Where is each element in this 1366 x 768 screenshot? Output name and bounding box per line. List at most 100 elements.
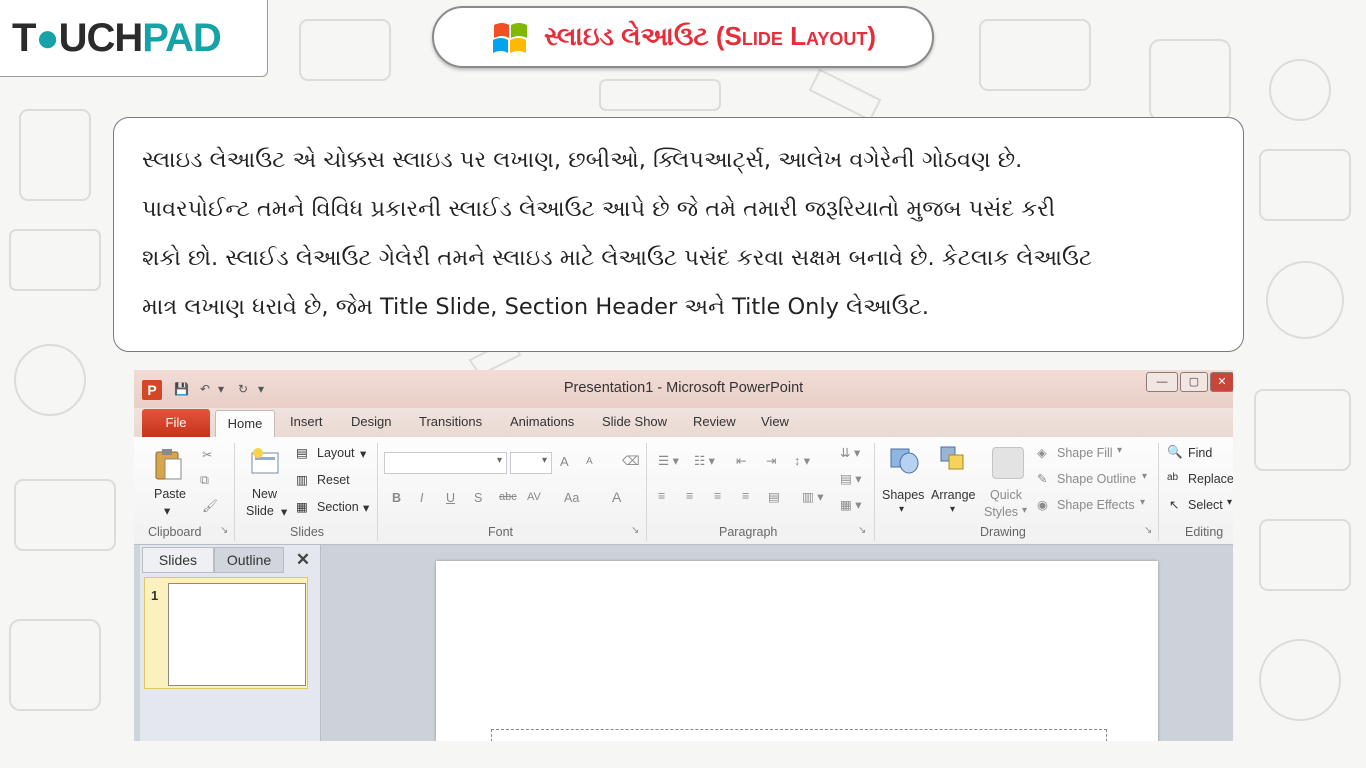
justify-icon[interactable]: ≡: [742, 489, 749, 503]
new-slide-icon[interactable]: [250, 447, 280, 477]
quick-styles-icon[interactable]: [992, 447, 1024, 479]
select-dropdown-icon[interactable]: ▾: [1227, 497, 1232, 508]
format-painter-icon[interactable]: 🖌: [202, 499, 218, 514]
shape-effects-button[interactable]: Shape Effects: [1057, 498, 1135, 512]
text-direction-icon[interactable]: ⇊ ▾: [840, 445, 860, 460]
shape-effects-dropdown-icon[interactable]: ▾: [1140, 497, 1145, 508]
bold-button[interactable]: B: [392, 491, 401, 505]
arrange-dropdown-icon[interactable]: ▾: [950, 504, 955, 515]
distributed-icon[interactable]: ▤: [768, 489, 780, 504]
select-button[interactable]: Select: [1188, 498, 1223, 512]
align-text-icon[interactable]: ▤ ▾: [840, 471, 862, 486]
increase-indent-icon[interactable]: ⇥: [766, 453, 776, 468]
italic-button[interactable]: I: [420, 491, 423, 505]
section-button[interactable]: Section: [317, 500, 359, 514]
numbering-icon[interactable]: ☷ ▾: [694, 453, 715, 468]
tab-review[interactable]: Review: [693, 414, 736, 429]
tab-slide-show[interactable]: Slide Show: [602, 414, 667, 429]
font-launcher-icon[interactable]: ↘: [631, 525, 639, 536]
align-center-icon[interactable]: ≡: [686, 489, 693, 503]
smartart-icon[interactable]: ▦ ▾: [840, 497, 862, 512]
copy-icon[interactable]: ⧉: [200, 473, 209, 488]
shape-fill-button[interactable]: Shape Fill: [1057, 446, 1113, 460]
paste-button[interactable]: Paste: [154, 487, 186, 501]
grow-font-button[interactable]: A: [560, 454, 569, 469]
title-pill: સ્લાઇડ લેઆઉટ (Slide Layout): [432, 6, 934, 68]
tab-design[interactable]: Design: [351, 414, 391, 429]
tab-view[interactable]: View: [761, 414, 789, 429]
tab-slides[interactable]: Slides: [142, 547, 214, 573]
shape-fill-dropdown-icon[interactable]: ▾: [1117, 445, 1122, 456]
paste-icon[interactable]: [154, 447, 184, 481]
minimize-button[interactable]: —: [1146, 372, 1178, 392]
reset-button[interactable]: Reset: [317, 473, 350, 487]
font-size-combo[interactable]: ▾: [510, 452, 552, 474]
shape-outline-dropdown-icon[interactable]: ▾: [1142, 471, 1147, 482]
columns-icon[interactable]: ▥ ▾: [802, 489, 824, 504]
shapes-dropdown-icon[interactable]: ▾: [899, 504, 904, 515]
new-slide-button-line2[interactable]: Slide: [246, 504, 274, 518]
underline-button[interactable]: U: [446, 491, 455, 505]
shapes-icon[interactable]: [889, 445, 919, 475]
drawing-launcher-icon[interactable]: ↘: [1144, 525, 1152, 536]
tab-transitions[interactable]: Transitions: [419, 414, 482, 429]
paste-dropdown-icon[interactable]: ▾: [164, 503, 170, 518]
cut-icon[interactable]: ✂: [202, 447, 212, 462]
shape-effects-icon[interactable]: ◉: [1037, 497, 1048, 512]
slide-thumbnail-item[interactable]: 1: [144, 577, 308, 689]
strikethrough-button[interactable]: abc: [499, 491, 517, 503]
clear-formatting-icon[interactable]: ⌫: [622, 453, 640, 468]
character-spacing-button[interactable]: AV: [527, 491, 541, 503]
logo-pointer-o: ●: [35, 15, 59, 60]
layout-button[interactable]: Layout: [317, 446, 355, 460]
tab-animations[interactable]: Animations: [510, 414, 574, 429]
section-dropdown-icon[interactable]: ▾: [363, 500, 369, 515]
section-icon[interactable]: ▦: [296, 499, 308, 514]
quick-styles-button-line1[interactable]: Quick: [990, 488, 1022, 502]
align-right-icon[interactable]: ≡: [714, 489, 721, 503]
clipboard-launcher-icon[interactable]: ↘: [220, 525, 228, 536]
title-placeholder[interactable]: [491, 729, 1107, 741]
tab-outline[interactable]: Outline: [214, 547, 284, 573]
select-cursor-icon[interactable]: ↖: [1169, 497, 1179, 512]
separator: [874, 443, 875, 541]
separator: [377, 443, 378, 541]
replace-button[interactable]: Replace: [1188, 472, 1233, 486]
shape-outline-icon[interactable]: ✎: [1037, 471, 1047, 486]
align-left-icon[interactable]: ≡: [658, 489, 665, 503]
decrease-indent-icon[interactable]: ⇤: [736, 453, 746, 468]
maximize-button[interactable]: ▢: [1180, 372, 1208, 392]
line-spacing-icon[interactable]: ↕ ▾: [794, 453, 810, 468]
font-name-combo[interactable]: ▾: [384, 452, 507, 474]
layout-dropdown-icon[interactable]: ▾: [360, 446, 366, 461]
reset-icon[interactable]: ▥: [296, 472, 308, 487]
shape-outline-button[interactable]: Shape Outline: [1057, 472, 1136, 486]
tab-home[interactable]: Home: [215, 410, 275, 438]
shrink-font-button[interactable]: A: [586, 456, 593, 467]
quick-styles-dropdown-icon[interactable]: ▾: [1022, 505, 1027, 516]
close-pane-icon[interactable]: ✕: [290, 547, 316, 573]
bullets-icon[interactable]: ☰ ▾: [658, 453, 679, 468]
new-slide-button-line1[interactable]: New: [252, 487, 277, 501]
current-slide[interactable]: [436, 561, 1158, 741]
find-button[interactable]: Find: [1188, 446, 1212, 460]
quick-styles-button-line2[interactable]: Styles: [984, 505, 1018, 519]
arrange-button[interactable]: Arrange: [931, 488, 975, 502]
drawing-group-label: Drawing: [980, 525, 1026, 539]
shadow-button[interactable]: S: [474, 491, 482, 505]
find-icon[interactable]: 🔍: [1167, 445, 1183, 460]
shape-fill-icon[interactable]: ◈: [1037, 445, 1047, 460]
slide-number: 1: [151, 588, 159, 603]
arrange-icon[interactable]: [939, 445, 969, 475]
replace-icon[interactable]: ab: [1167, 472, 1178, 483]
tab-file[interactable]: File: [142, 409, 210, 437]
paragraph-launcher-icon[interactable]: ↘: [858, 525, 866, 536]
layout-icon[interactable]: ▤: [296, 445, 308, 460]
font-color-button[interactable]: A: [612, 489, 621, 505]
new-slide-dropdown-icon[interactable]: ▾: [281, 504, 287, 519]
close-button[interactable]: ✕: [1210, 372, 1233, 392]
shapes-button[interactable]: Shapes: [882, 488, 924, 502]
change-case-button[interactable]: Aa: [564, 491, 579, 505]
slide-thumbnail[interactable]: [168, 583, 306, 686]
tab-insert[interactable]: Insert: [290, 414, 323, 429]
